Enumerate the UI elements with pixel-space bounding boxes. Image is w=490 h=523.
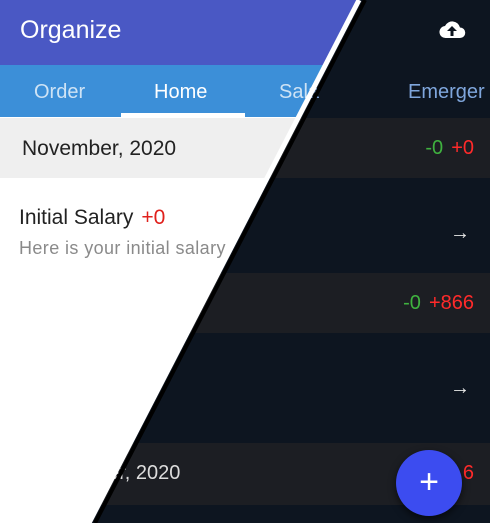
- income-amount: +866: [428, 292, 474, 314]
- entry-title-line: Initial Salary +0: [19, 206, 165, 230]
- tab-home[interactable]: Home: [154, 81, 207, 104]
- row-amounts: -0 +0: [425, 137, 474, 160]
- add-button[interactable]: +: [396, 450, 462, 516]
- entry-title: Initial Salary: [19, 206, 134, 229]
- app-title: Organize: [20, 16, 122, 44]
- tab-indicator: [121, 113, 245, 117]
- expense-amount: -0: [403, 292, 421, 314]
- tab-order[interactable]: Order: [34, 81, 85, 104]
- add-icon: +: [419, 463, 439, 501]
- arrow-right-icon[interactable]: →: [450, 222, 470, 245]
- cloud-upload-icon[interactable]: [438, 18, 466, 47]
- income-amount: 6: [462, 462, 474, 484]
- income-amount: +0: [451, 137, 474, 159]
- expense-amount: -0: [425, 137, 444, 159]
- tab-emergency[interactable]: Emerger: [408, 81, 485, 104]
- row-amounts: -0 +866: [403, 292, 474, 315]
- arrow-right-icon[interactable]: →: [450, 377, 470, 400]
- entry-amount: +0: [141, 206, 166, 229]
- month-label: November, 2020: [22, 137, 177, 160]
